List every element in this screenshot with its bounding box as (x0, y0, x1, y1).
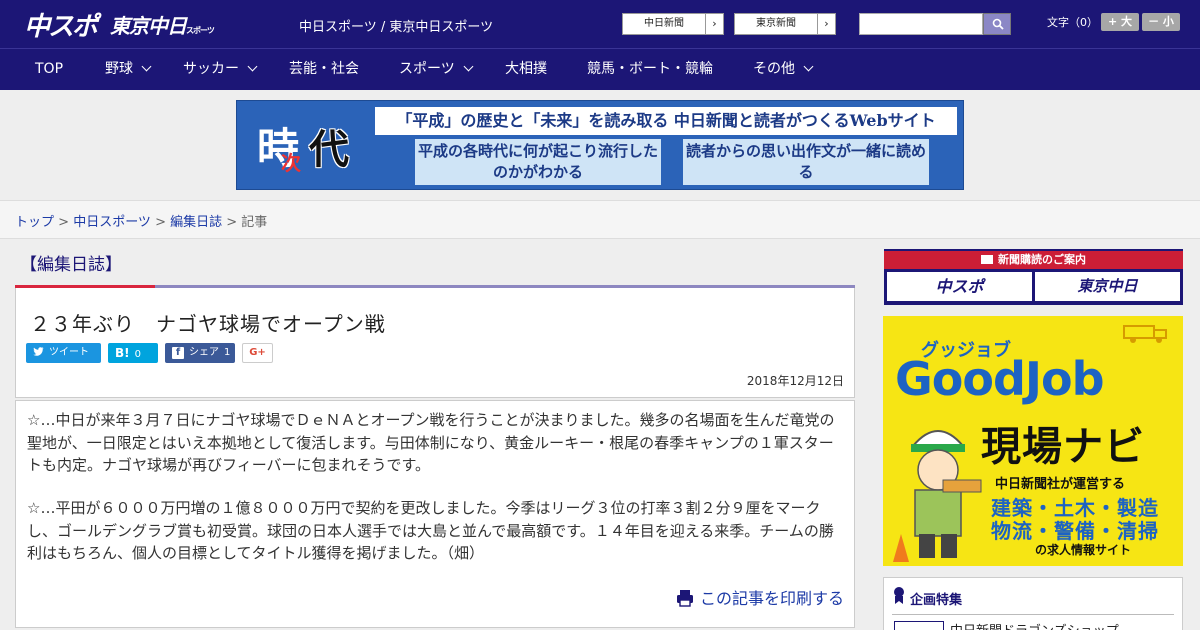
nav-item-baseball[interactable]: 野球 (105, 49, 152, 90)
facebook-share-count: 1 (224, 347, 231, 358)
goodjob-ad[interactable]: グッジョブ GoodJob 現場ナビ 中日新聞社が運営する 建築・土木・製造 物… (883, 316, 1183, 566)
subscribe-tokyo-chunichi-button[interactable]: 東京中日 (1035, 272, 1180, 301)
jidai-logo: 時 次 代 (245, 109, 373, 181)
print-icon (676, 590, 693, 607)
nav-item-label: その他 (753, 61, 795, 77)
goodjob-logo-text: GoodJob (895, 352, 1105, 406)
nav-item-other[interactable]: その他 (753, 49, 814, 90)
chevron-right-icon: › (705, 14, 723, 34)
article-paragraph: ☆…平田が６０００万円増の１億８０００万円で契約を更改しました。今季はリーグ３位… (27, 499, 834, 562)
gplus-icon: G+ (249, 347, 266, 358)
breadcrumb-current: 記事 (241, 215, 268, 230)
twitter-icon (33, 343, 44, 363)
search-input[interactable] (859, 13, 983, 35)
font-size-label: 文字（0） (1047, 16, 1098, 29)
tweet-button[interactable]: ツイート (26, 343, 101, 363)
logo-tokyo-chunichi[interactable]: 東京中日スポーツ (110, 10, 215, 39)
search-button[interactable] (983, 13, 1011, 35)
gplus-button[interactable]: G+ (242, 343, 273, 363)
nav-item-entertainment[interactable]: 芸能・社会 (289, 49, 359, 90)
site-header: 中スポ 東京中日スポーツ 中日スポーツ / 東京中日スポーツ 中日新聞 › 東京… (0, 0, 1200, 48)
logo-char-tsugi: 次 (281, 151, 301, 175)
subscription-box: 新聞購読のご案内 中スポ 東京中日 (884, 249, 1183, 305)
print-article-link[interactable]: この記事を印刷する (676, 585, 844, 609)
chevron-down-icon (803, 61, 814, 72)
nav-item-label: スポーツ (399, 61, 455, 77)
chevron-down-icon (463, 61, 474, 72)
site-links[interactable]: 中日スポーツ / 東京中日スポーツ (299, 16, 493, 35)
hatena-icon: B! (115, 346, 130, 360)
breadcrumb-top-link[interactable]: トップ (15, 215, 54, 230)
chevron-down-icon (247, 61, 258, 72)
breadcrumb-separator: > (222, 215, 242, 230)
article-header: ２３年ぶり ナゴヤ球場でオープン戦 ツイート B! 0 f シェア 1 G+ 2018… (15, 288, 855, 398)
nav-item-keiba[interactable]: 競馬・ボート・競輪 (587, 49, 713, 90)
breadcrumb-separator: > (150, 215, 171, 230)
search-icon (992, 18, 1004, 30)
goodjob-site-desc: の求人情報サイト (1035, 543, 1132, 557)
banner-headline: 「平成」の歴史と「未来」を読み取る 中日新聞と読者がつくるWebサイト (375, 107, 957, 135)
article-paragraph: ☆…中日が来年３月７日にナゴヤ球場でＤｅＮＡとオープン戦を行うことが決まりました… (27, 411, 835, 474)
article-date: 2018年12月12日 (746, 374, 844, 388)
facebook-share-button[interactable]: f シェア 1 (165, 343, 235, 363)
breadcrumb-diary-link[interactable]: 編集日誌 (170, 215, 222, 230)
worker-illustration (893, 430, 982, 562)
goodjob-navi-text: 現場ナビ (981, 424, 1145, 470)
breadcrumb-chusupo-link[interactable]: 中日スポーツ (73, 215, 151, 230)
logo-tokyo-text: 東京中日 (110, 14, 187, 38)
print-label: この記事を印刷する (699, 589, 844, 608)
font-larger-button[interactable]: + 大 (1101, 13, 1139, 31)
ribbon-icon (894, 587, 904, 604)
chunichi-link-button[interactable]: 中日新聞 › (622, 13, 724, 35)
tweet-label: ツイート (49, 347, 89, 358)
nav-item-soccer[interactable]: サッカー (183, 49, 258, 90)
logo-chusupo[interactable]: 中スポ (24, 6, 98, 43)
feature-box: 企画特集 中日新聞ドラゴンズショップ (883, 577, 1183, 630)
truck-icon (1123, 325, 1167, 343)
feature-divider (892, 614, 1174, 615)
nav-item-label: サッカー (183, 61, 239, 77)
jidai-banner-ad[interactable]: 時 次 代 「平成」の歴史と「未来」を読み取る 中日新聞と読者がつくるWebサイ… (236, 100, 964, 190)
subscription-header: 新聞購読のご案内 (884, 251, 1183, 269)
banner-box-essays: 読者からの思い出作文が一緒に読める (683, 139, 929, 185)
category-title: 【編集日誌】 (20, 255, 122, 275)
feature-thumbnail[interactable] (894, 621, 944, 630)
subscription-header-text: 新聞購読のご案内 (998, 253, 1086, 266)
logo-char-dai: 代 (309, 126, 349, 173)
breadcrumb-bar: トップ > 中日スポーツ > 編集日誌 > 記事 (0, 200, 1200, 239)
logo-tokyo-sub: スポーツ (186, 26, 215, 35)
nav-item-top[interactable]: TOP (35, 49, 63, 90)
facebook-icon: f (172, 343, 184, 363)
article-title: ２３年ぶり ナゴヤ球場でオープン戦 (30, 312, 386, 336)
feature-title: 企画特集 (910, 593, 963, 608)
nav-item-label: 野球 (105, 61, 133, 77)
font-smaller-button[interactable]: － 小 (1142, 13, 1180, 31)
chevron-down-icon (141, 61, 152, 72)
article-body: ☆…中日が来年３月７日にナゴヤ球場でＤｅＮＡとオープン戦を行うことが決まりました… (15, 400, 855, 628)
subscribe-chusupo-button[interactable]: 中スポ (887, 272, 1032, 301)
banner-box-history: 平成の各時代に何が起こり流行したのかがわかる (415, 139, 661, 185)
facebook-share-label: シェア (189, 347, 219, 358)
newspaper-icon (981, 255, 993, 264)
nav-item-sumo[interactable]: 大相撲 (505, 49, 547, 90)
hatena-bookmark-button[interactable]: B! 0 (108, 343, 158, 363)
nav-item-sports[interactable]: スポーツ (399, 49, 474, 90)
main-nav: TOP 野球 サッカー 芸能・社会 スポーツ 大相撲 競馬・ボート・競輪 その他 (0, 48, 1200, 90)
goodjob-jobs-line2: 物流・警備・清掃 (991, 519, 1159, 543)
goodjob-operator: 中日新聞社が運営する (995, 477, 1126, 492)
tokyo-link-button[interactable]: 東京新聞 › (734, 13, 836, 35)
breadcrumb: トップ > 中日スポーツ > 編集日誌 > 記事 (15, 211, 267, 230)
breadcrumb-separator: > (54, 215, 74, 230)
hatena-count: 0 (134, 349, 141, 360)
feature-item-link[interactable]: 中日新聞ドラゴンズショップ (950, 620, 1119, 630)
chevron-right-icon: › (817, 14, 835, 34)
